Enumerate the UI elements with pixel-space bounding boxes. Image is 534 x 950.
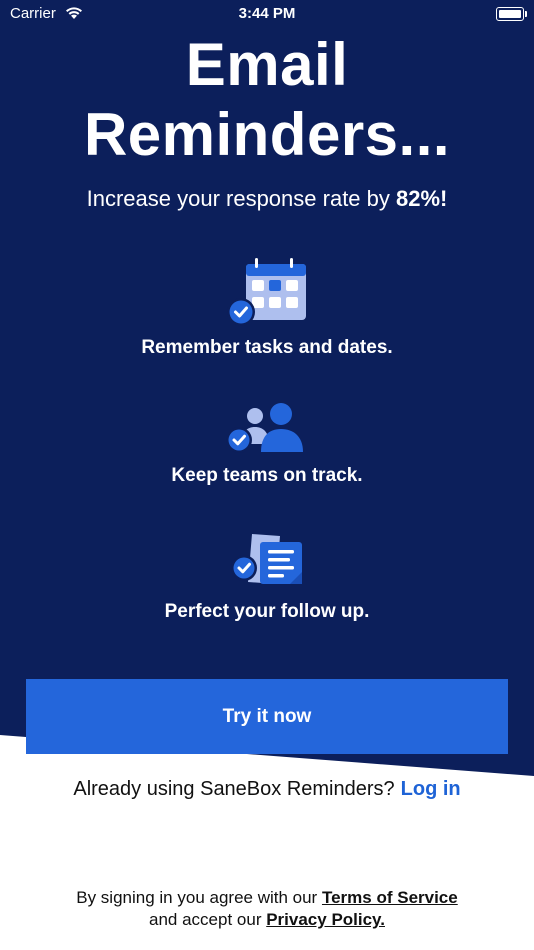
feature-label-followup: Perfect your follow up. <box>164 601 370 622</box>
terms-of-service-link[interactable]: Terms of Service <box>322 888 458 907</box>
subtitle-highlight: 82%! <box>396 186 448 211</box>
title-line-1: Email <box>185 31 349 98</box>
document-check-icon <box>231 534 302 584</box>
status-time: 3:44 PM <box>238 5 296 22</box>
log-in-link[interactable]: Log in <box>401 778 461 800</box>
status-bar: Carrier 3:44 PM <box>0 0 534 28</box>
calendar-check-icon <box>227 258 306 326</box>
try-it-now-button[interactable]: Try it now <box>26 679 508 754</box>
privacy-policy-link[interactable]: Privacy Policy. <box>266 910 385 929</box>
subtitle-text: Increase your response rate by <box>86 186 390 211</box>
page-title: Email Reminders... <box>0 30 534 170</box>
legal-prefix: By signing in you agree with our <box>76 888 318 907</box>
login-prompt-row: Already using SaneBox Reminders? Log in <box>0 778 534 801</box>
legal-notice: By signing in you agree with our Terms o… <box>60 887 474 931</box>
login-prompt-text: Already using SaneBox Reminders? <box>73 778 395 800</box>
feature-label-tasks: Remember tasks and dates. <box>141 337 393 358</box>
legal-middle: and accept our <box>149 910 262 929</box>
feature-label-teams: Keep teams on track. <box>171 465 363 486</box>
subtitle: Increase your response rate by 82%! <box>0 186 534 212</box>
team-check-icon <box>226 403 303 453</box>
title-line-2: Reminders... <box>83 101 451 168</box>
battery-icon <box>496 7 527 21</box>
